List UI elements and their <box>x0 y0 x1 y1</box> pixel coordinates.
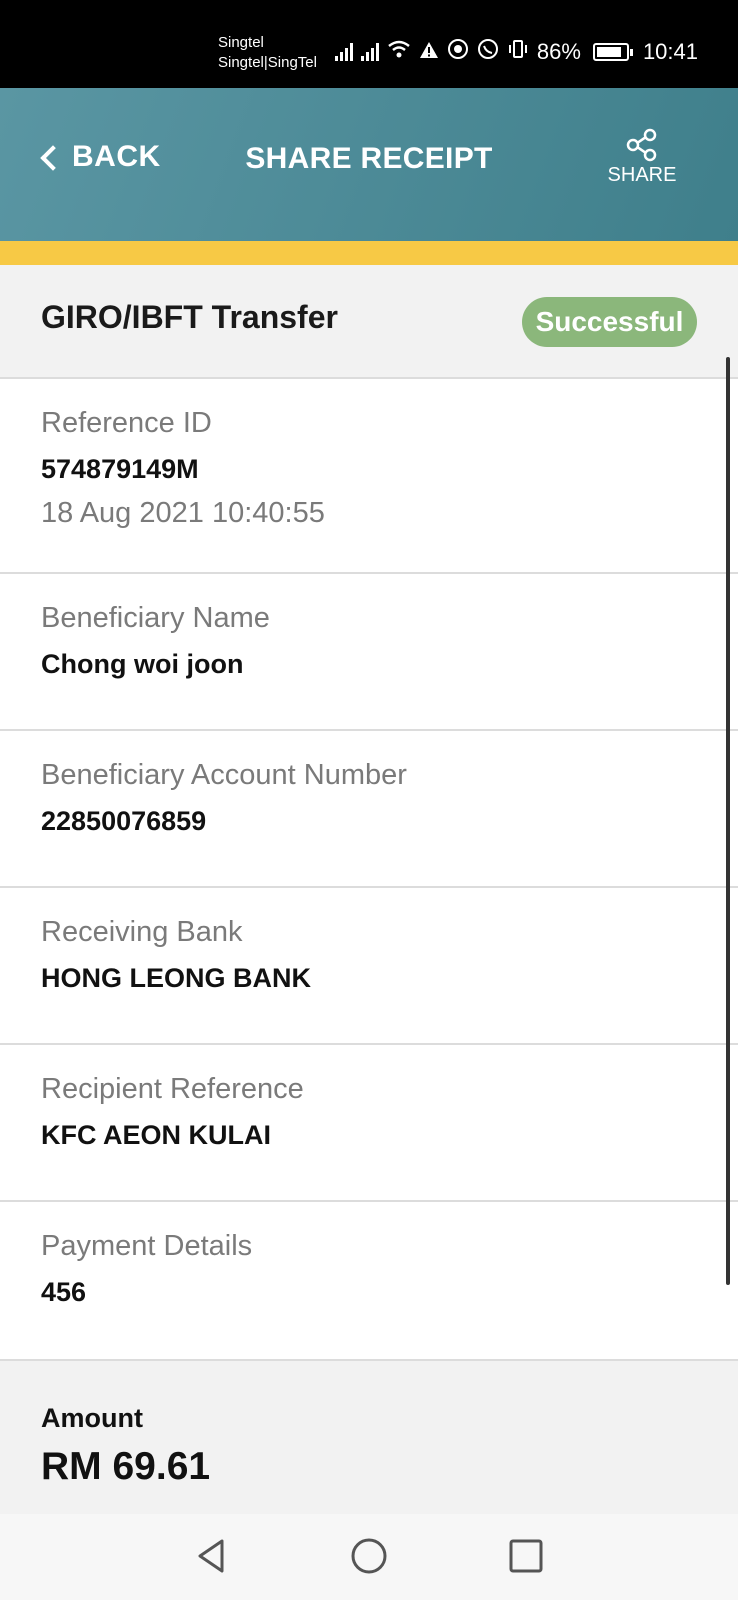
nav-back-button[interactable] <box>192 1536 232 1576</box>
wifi-icon <box>387 39 411 65</box>
signal-icon <box>334 43 353 61</box>
status-bar: Singtel Singtel|SingTel 86% 10:41 <box>0 0 738 88</box>
receiving-bank-value: HONG LEONG BANK <box>41 963 311 993</box>
beneficiary-name-field: Beneficiary Name Chong woi joon <box>0 574 738 731</box>
transaction-header: GIRO/IBFT Transfer Successful <box>0 265 738 379</box>
beneficiary-account-label: Beneficiary Account Number <box>41 759 407 791</box>
status-badge: Successful <box>522 297 697 347</box>
battery-fill <box>596 47 622 57</box>
clock: 10:41 <box>642 39 698 64</box>
beneficiary-account-field: Beneficiary Account Number 22850076859 <box>0 731 738 888</box>
signal-icon <box>360 43 379 61</box>
receiving-bank-field: Receiving Bank HONG LEONG BANK <box>0 888 738 1045</box>
scrollbar[interactable] <box>726 357 730 1285</box>
amount-label: Amount <box>41 1403 143 1433</box>
amount-value: RM 69.61 <box>41 1445 211 1488</box>
share-label: SHARE <box>607 164 677 186</box>
transaction-datetime: 18 Aug 2021 10:40:55 <box>41 497 325 529</box>
recents-square-icon <box>509 1539 543 1573</box>
nav-home-button[interactable] <box>349 1536 389 1576</box>
app-header: BACK SHARE RECEIPT SHARE <box>0 88 738 241</box>
payment-details-value: 456 <box>41 1277 87 1307</box>
whatsapp-icon <box>477 38 499 66</box>
carrier-line-1: Singtel <box>218 34 264 51</box>
share-button[interactable]: SHARE <box>602 128 682 187</box>
reference-value: 574879149M <box>41 454 199 484</box>
accent-bar <box>0 241 738 265</box>
payment-details-field: Payment Details 456 <box>0 1202 738 1361</box>
system-nav-bar <box>0 1514 738 1600</box>
recipient-reference-field: Recipient Reference KFC AEON KULAI <box>0 1045 738 1202</box>
receiving-bank-label: Receiving Bank <box>41 916 243 948</box>
warning-icon <box>419 39 439 65</box>
share-icon <box>626 128 657 162</box>
nav-recents-button[interactable] <box>506 1536 546 1576</box>
payment-details-label: Payment Details <box>41 1230 253 1262</box>
back-triangle-icon <box>198 1539 224 1573</box>
vibrate-icon <box>507 38 529 66</box>
carrier-info: Singtel Singtel|SingTel <box>218 33 317 73</box>
beneficiary-name-value: Chong woi joon <box>41 649 244 679</box>
status-icons: 86% 10:41 <box>334 38 698 66</box>
reference-field: Reference ID 574879149M 18 Aug 2021 10:4… <box>0 379 738 574</box>
beneficiary-account-value: 22850076859 <box>41 806 207 836</box>
battery-icon <box>592 43 633 61</box>
amount-section: Amount RM 69.61 <box>0 1361 738 1514</box>
receipt-details: Reference ID 574879149M 18 Aug 2021 10:4… <box>0 379 738 1361</box>
battery-percent: 86% <box>536 39 581 64</box>
recipient-reference-value: KFC AEON KULAI <box>41 1120 271 1150</box>
home-circle-icon <box>351 1538 387 1574</box>
reference-label: Reference ID <box>41 407 212 439</box>
carrier-line-2: Singtel|SingTel <box>218 54 317 71</box>
recipient-reference-label: Recipient Reference <box>41 1073 304 1105</box>
transaction-type: GIRO/IBFT Transfer <box>41 299 338 335</box>
nfc-icon <box>447 38 469 66</box>
beneficiary-name-label: Beneficiary Name <box>41 602 270 634</box>
